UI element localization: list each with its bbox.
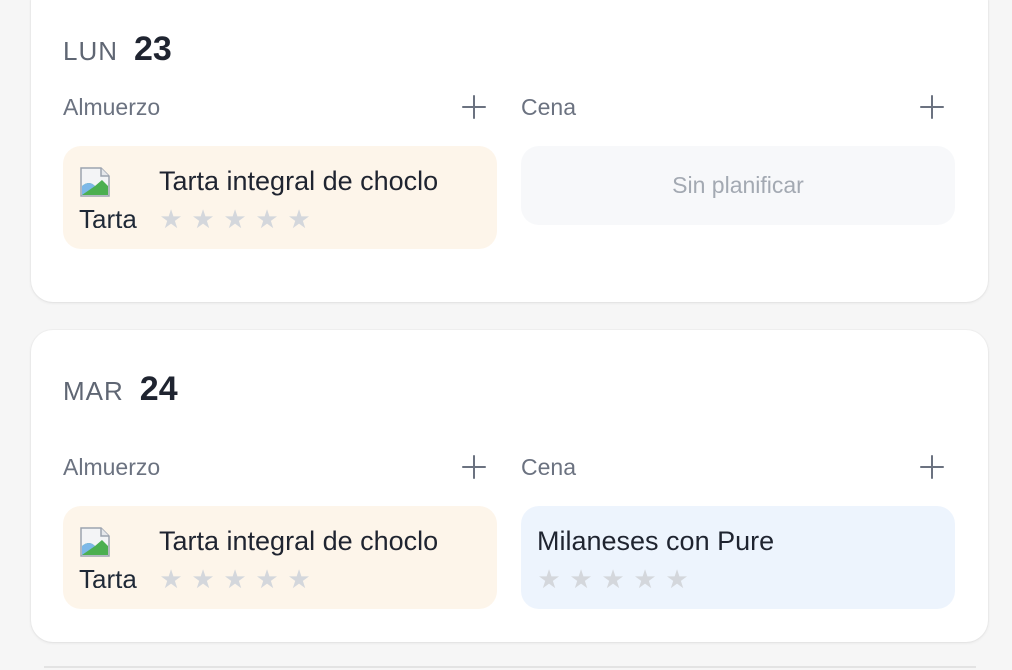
empty-meal-card[interactable]: Sin planificar [521, 146, 955, 225]
dinner-slot: Cena Sin planificar [521, 90, 955, 225]
empty-meal-text: Sin planificar [672, 172, 804, 198]
add-dinner-plus-icon[interactable] [919, 454, 945, 480]
thumbnail-alt-text: Tarta integral de choclo [79, 564, 141, 588]
star-icon[interactable]: ★ [601, 566, 625, 592]
dinner-label: Cena [521, 93, 576, 120]
dinner-slot: Cena Milaneses con Pure ★ ★ ★ ★ ★ [521, 450, 955, 609]
day-card-mar-24: MAR 24 Almuerzo Tarta integral de choclo… [31, 330, 988, 642]
day-of-week: LUN [63, 36, 119, 66]
lunch-slot: Almuerzo Tarta integral de choclo Tarta … [63, 450, 497, 609]
next-card-edge [44, 666, 976, 668]
star-icon[interactable]: ★ [255, 566, 279, 592]
day-header: LUN 23 [63, 30, 172, 69]
rating-stars: ★ ★ ★ ★ ★ [159, 566, 311, 592]
star-icon[interactable]: ★ [223, 206, 247, 232]
meal-card-lunch[interactable]: Tarta integral de choclo Tarta integral … [63, 506, 497, 609]
dinner-label: Cena [521, 453, 576, 480]
recipe-thumbnail: Tarta integral de choclo [79, 166, 141, 228]
star-icon[interactable]: ★ [159, 566, 183, 592]
meal-card-lunch[interactable]: Tarta integral de choclo Tarta integral … [63, 146, 497, 249]
star-icon[interactable]: ★ [633, 566, 657, 592]
star-icon[interactable]: ★ [223, 566, 247, 592]
rating-stars: ★ ★ ★ ★ ★ [537, 566, 689, 592]
lunch-label: Almuerzo [63, 453, 161, 480]
star-icon[interactable]: ★ [569, 566, 593, 592]
star-icon[interactable]: ★ [287, 206, 311, 232]
star-icon[interactable]: ★ [255, 206, 279, 232]
star-icon[interactable]: ★ [191, 206, 215, 232]
lunch-label: Almuerzo [63, 93, 161, 120]
broken-image-icon [80, 527, 110, 557]
meal-title: Tarta integral de choclo [159, 166, 439, 196]
day-of-week: MAR [63, 376, 124, 406]
thumbnail-alt-text: Tarta integral de choclo [79, 204, 141, 228]
star-icon[interactable]: ★ [159, 206, 183, 232]
broken-image-icon [80, 167, 110, 197]
rating-stars: ★ ★ ★ ★ ★ [159, 206, 311, 232]
recipe-thumbnail: Tarta integral de choclo [79, 526, 141, 588]
star-icon[interactable]: ★ [191, 566, 215, 592]
meal-card-dinner[interactable]: Milaneses con Pure ★ ★ ★ ★ ★ [521, 506, 955, 609]
star-icon[interactable]: ★ [287, 566, 311, 592]
day-header: MAR 24 [63, 370, 178, 409]
day-number: 23 [134, 30, 172, 68]
lunch-slot: Almuerzo Tarta integral de choclo Tarta … [63, 90, 497, 249]
day-card-lun-23: LUN 23 Almuerzo Tarta integral de choclo… [31, 0, 988, 302]
add-dinner-plus-icon[interactable] [919, 94, 945, 120]
star-icon[interactable]: ★ [665, 566, 689, 592]
day-number: 24 [139, 370, 178, 408]
meal-title: Milaneses con Pure [537, 526, 775, 556]
add-lunch-plus-icon[interactable] [461, 94, 487, 120]
star-icon[interactable]: ★ [537, 566, 561, 592]
add-lunch-plus-icon[interactable] [461, 454, 487, 480]
meal-title: Tarta integral de choclo [159, 526, 439, 556]
